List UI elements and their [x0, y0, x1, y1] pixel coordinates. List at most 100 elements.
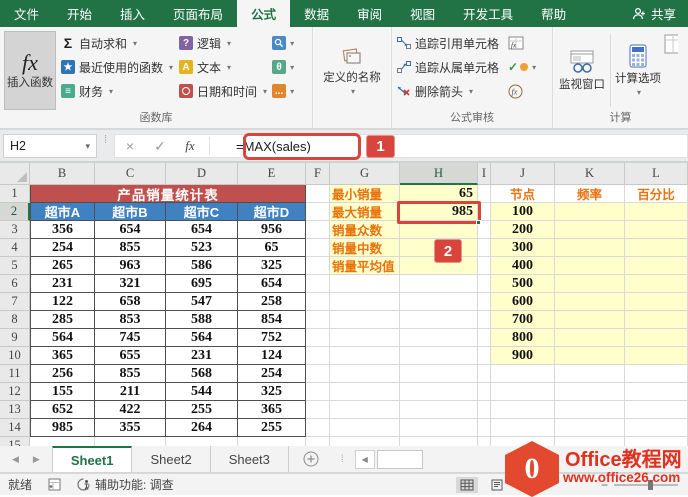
cell-F1[interactable] [306, 185, 330, 203]
bin-header-node[interactable]: 节点 [491, 185, 555, 203]
row-header-9[interactable]: 9 [0, 329, 30, 347]
column-header-J[interactable]: J [491, 163, 555, 185]
stat-value-max-selected-cell[interactable]: 985 [400, 203, 478, 221]
sales-cell[interactable]: 544 [166, 383, 238, 401]
sales-cell[interactable]: 155 [30, 383, 95, 401]
page-layout-view-button[interactable] [486, 477, 508, 493]
sales-cell[interactable]: 523 [166, 239, 238, 257]
sheet-tab-Sheet2[interactable]: Sheet2 [132, 446, 211, 472]
ribbon-tab-文件[interactable]: 文件 [0, 0, 53, 27]
row-header-15[interactable]: 15 [0, 437, 30, 446]
store-header-3[interactable]: 超市C [166, 203, 238, 221]
column-header-K[interactable]: K [555, 163, 625, 185]
sales-cell[interactable]: 365 [30, 347, 95, 365]
cell-F6[interactable] [306, 275, 330, 293]
sales-cell[interactable]: 255 [166, 401, 238, 419]
sales-cell[interactable]: 122 [30, 293, 95, 311]
sales-cell[interactable]: 853 [95, 311, 166, 329]
cell-I14[interactable] [478, 419, 491, 437]
percent-cell[interactable] [625, 221, 688, 239]
sales-cell[interactable]: 588 [166, 311, 238, 329]
cell-H12[interactable] [400, 383, 478, 401]
ribbon-tab-公式[interactable]: 公式 [237, 0, 291, 27]
sheet-tab-Sheet3[interactable]: Sheet3 [211, 446, 289, 472]
cell-G10[interactable] [330, 347, 400, 365]
zoom-out-icon[interactable]: − [601, 478, 608, 492]
cell-F11[interactable] [306, 365, 330, 383]
sales-cell[interactable]: 325 [238, 257, 306, 275]
autosum-button[interactable]: Σ 自动求和 ▾ [58, 31, 176, 55]
cell-H7[interactable] [400, 293, 478, 311]
cell-G14[interactable] [330, 419, 400, 437]
stat-label[interactable]: 销量中数 [330, 239, 400, 257]
row-header-10[interactable]: 10 [0, 347, 30, 365]
percent-cell[interactable] [625, 347, 688, 365]
empty-cell[interactable] [625, 437, 688, 446]
frequency-cell[interactable] [555, 239, 625, 257]
name-box[interactable]: H2 ▾ [3, 134, 97, 158]
row-header-12[interactable]: 12 [0, 383, 30, 401]
sheet-tab-Sheet1[interactable]: Sheet1 [51, 446, 133, 472]
cell-H8[interactable] [400, 311, 478, 329]
cell-G6[interactable] [330, 275, 400, 293]
percent-cell[interactable] [625, 257, 688, 275]
confirm-entry-icon[interactable]: ✓ [145, 138, 175, 155]
ribbon-tab-开始[interactable]: 开始 [53, 0, 106, 27]
empty-cell[interactable] [238, 437, 306, 446]
frequency-cell[interactable] [555, 257, 625, 275]
sales-cell[interactable]: 356 [30, 221, 95, 239]
row-header-7[interactable]: 7 [0, 293, 30, 311]
row-header-11[interactable]: 11 [0, 365, 30, 383]
sales-cell[interactable]: 321 [95, 275, 166, 293]
frequency-cell[interactable] [555, 203, 625, 221]
cell-F8[interactable] [306, 311, 330, 329]
sales-cell[interactable]: 547 [166, 293, 238, 311]
calculation-options-button[interactable]: 计算选项 ▾ [612, 30, 664, 111]
cell-G12[interactable] [330, 383, 400, 401]
trace-precedents-button[interactable]: 追踪引用单元格 [394, 31, 502, 55]
cell-I5[interactable] [478, 257, 491, 275]
text-button[interactable]: A 文本 ▾ [176, 55, 270, 79]
empty-cell[interactable] [330, 437, 400, 446]
sales-cell[interactable]: 855 [95, 365, 166, 383]
row-header-2[interactable]: 2 [0, 203, 30, 221]
stat-label[interactable]: 销量众数 [330, 221, 400, 239]
sales-cell[interactable]: 652 [30, 401, 95, 419]
stat-label[interactable]: 销量平均值 [330, 257, 400, 275]
fill-handle[interactable] [476, 220, 481, 225]
store-header-4[interactable]: 超市D [238, 203, 306, 221]
scrollbar-thumb[interactable] [376, 449, 423, 469]
store-header-1[interactable]: 超市A [30, 203, 95, 221]
empty-cell[interactable] [95, 437, 166, 446]
sales-cell[interactable]: 285 [30, 311, 95, 329]
more-functions-button[interactable]: ... ▾ [270, 79, 296, 103]
sales-cell[interactable]: 264 [166, 419, 238, 437]
sales-cell[interactable]: 855 [95, 239, 166, 257]
frequency-cell[interactable] [555, 293, 625, 311]
row-header-1[interactable]: 1 [0, 185, 30, 203]
cell-F2[interactable] [306, 203, 330, 221]
cell-I12[interactable] [478, 383, 491, 401]
ribbon-tab-页面布局[interactable]: 页面布局 [159, 0, 237, 27]
sales-cell[interactable]: 231 [30, 275, 95, 293]
sales-cell[interactable]: 422 [95, 401, 166, 419]
normal-view-button[interactable] [456, 476, 478, 493]
row-header-6[interactable]: 6 [0, 275, 30, 293]
bin-value[interactable]: 800 [491, 329, 555, 347]
horizontal-scrollbar[interactable]: ⁞ ◀ [333, 446, 688, 472]
evaluate-formula-button[interactable]: fx [506, 79, 538, 103]
share-button[interactable]: 共享 [620, 0, 688, 27]
cell-F12[interactable] [306, 383, 330, 401]
cell-G13[interactable] [330, 401, 400, 419]
column-header-F[interactable]: F [306, 163, 330, 185]
cell-F13[interactable] [306, 401, 330, 419]
empty-cell[interactable] [306, 437, 330, 446]
zoom-slider-thumb[interactable] [648, 479, 653, 490]
ribbon-tab-数据[interactable]: 数据 [290, 0, 343, 27]
cell-L14[interactable] [625, 419, 688, 437]
row-header-4[interactable]: 4 [0, 239, 30, 257]
math-trig-button[interactable]: θ ▾ [270, 55, 296, 79]
cell-H6[interactable] [400, 275, 478, 293]
column-header-H[interactable]: H [400, 163, 478, 185]
cell-F3[interactable] [306, 221, 330, 239]
